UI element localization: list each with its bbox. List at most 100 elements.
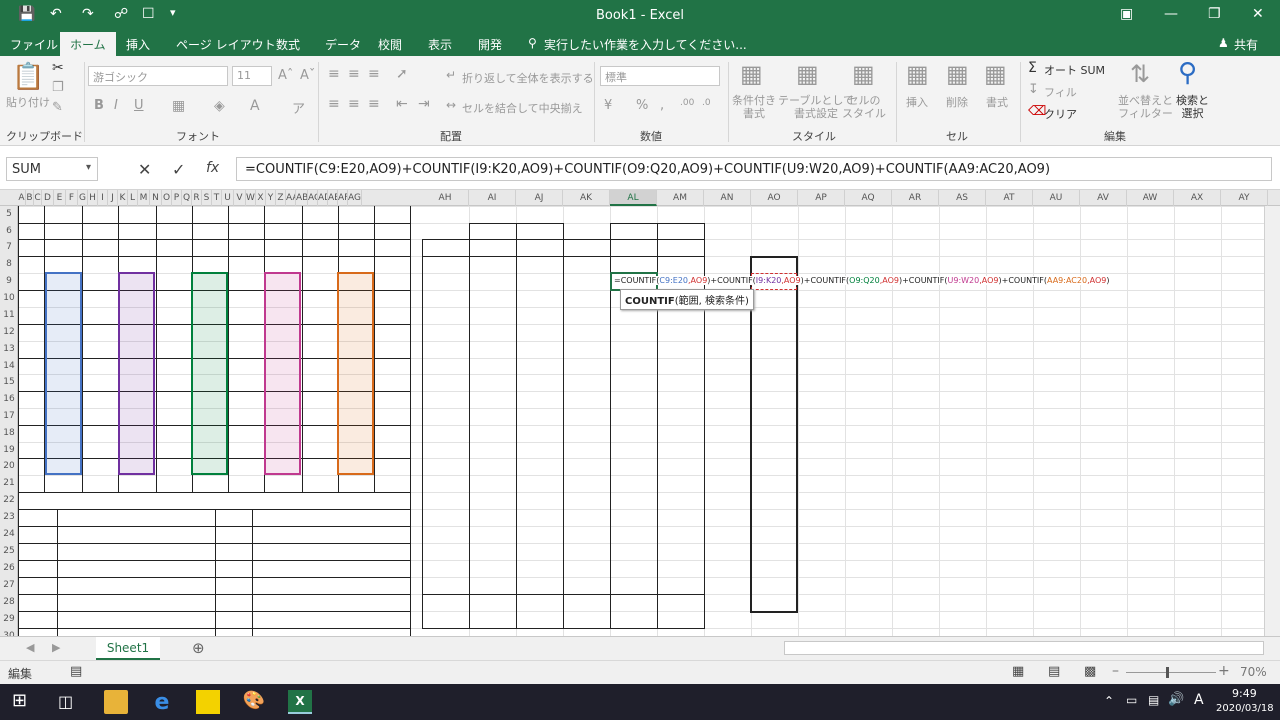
zoom-in-icon[interactable]: + bbox=[1218, 663, 1230, 679]
add-sheet-icon[interactable]: ⊕ bbox=[192, 639, 205, 657]
format-cells-icon[interactable]: ▦ bbox=[984, 60, 1007, 88]
range-highlight-5[interactable] bbox=[337, 272, 374, 475]
sticky-notes-icon[interactable] bbox=[196, 690, 220, 714]
minimize-icon[interactable]: — bbox=[1164, 6, 1178, 22]
fill-button[interactable]: フィル bbox=[1044, 84, 1077, 100]
decrease-indent-icon[interactable]: ⇤ bbox=[396, 96, 408, 112]
range-highlight-2[interactable] bbox=[118, 272, 155, 475]
tab-developer[interactable]: 開発 bbox=[478, 36, 502, 53]
tab-data[interactable]: データ bbox=[325, 36, 361, 53]
autosum-button[interactable]: オート SUM bbox=[1044, 62, 1105, 78]
clock-date[interactable]: 2020/03/18 bbox=[1216, 703, 1274, 714]
phonetic-icon[interactable]: ア bbox=[292, 98, 305, 117]
tab-page-layout[interactable]: ページ レイアウト bbox=[176, 36, 276, 53]
conditional-format-button[interactable]: 条件付き 書式 bbox=[732, 94, 776, 120]
start-icon[interactable]: ⊞ bbox=[12, 690, 27, 711]
align-top-icon[interactable]: ≡ bbox=[328, 66, 340, 82]
font-color-icon[interactable]: A bbox=[250, 98, 260, 114]
page-break-view-icon[interactable]: ▩ bbox=[1084, 664, 1096, 679]
wrap-text-button[interactable]: 折り返して全体を表示する bbox=[462, 70, 594, 86]
range-highlight-4[interactable] bbox=[264, 272, 301, 475]
ribbon-display-icon[interactable]: ▣ bbox=[1120, 6, 1133, 22]
align-left-icon[interactable]: ≡ bbox=[328, 96, 340, 112]
tab-home[interactable]: ホーム bbox=[60, 32, 116, 56]
task-view-icon[interactable]: ◫ bbox=[58, 692, 73, 711]
format-painter-icon[interactable]: ✎ bbox=[52, 100, 63, 115]
maximize-icon[interactable]: ❐ bbox=[1208, 6, 1221, 22]
grow-font-icon[interactable]: Aˆ bbox=[278, 68, 293, 83]
find-icon[interactable]: ⚲ bbox=[1178, 58, 1197, 88]
in-cell-formula[interactable]: =COUNTIF(C9:E20,AO9)+COUNTIF(I9:K20,AO9)… bbox=[612, 276, 1112, 285]
excel-taskbar-icon[interactable]: X bbox=[288, 690, 312, 714]
align-middle-icon[interactable]: ≡ bbox=[348, 66, 360, 82]
name-box-dropdown-icon[interactable]: ▾ bbox=[86, 162, 91, 173]
currency-icon[interactable]: ¥ bbox=[604, 98, 612, 113]
font-size-select[interactable]: 11 bbox=[232, 66, 272, 86]
enter-icon[interactable]: ✓ bbox=[172, 160, 185, 179]
volume-icon[interactable]: 🔊 bbox=[1168, 692, 1184, 707]
conditional-format-icon[interactable]: ▦ bbox=[740, 60, 763, 88]
vertical-scrollbar[interactable] bbox=[1264, 206, 1280, 636]
range-highlight-1[interactable] bbox=[45, 272, 82, 475]
tab-review[interactable]: 校閲 bbox=[378, 36, 402, 53]
orientation-icon[interactable]: ➚ bbox=[396, 66, 408, 82]
paste-button[interactable]: 貼り付け bbox=[6, 94, 50, 110]
tab-insert[interactable]: 挿入 bbox=[126, 36, 150, 53]
zoom-slider-thumb[interactable] bbox=[1166, 667, 1169, 678]
sheet-tab-sheet1[interactable]: Sheet1 bbox=[96, 637, 160, 661]
horizontal-scrollbar[interactable] bbox=[784, 641, 1264, 655]
format-cells-button[interactable]: 書式 bbox=[986, 94, 1008, 110]
sort-filter-icon[interactable]: ⇅ bbox=[1130, 60, 1150, 88]
sort-filter-button[interactable]: 並べ替えと フィルター bbox=[1118, 94, 1173, 120]
delete-cells-icon[interactable]: ▦ bbox=[946, 60, 969, 88]
edge-icon[interactable]: e bbox=[150, 690, 174, 715]
cut-icon[interactable]: ✂ bbox=[52, 60, 64, 76]
battery-icon[interactable]: ▭ bbox=[1126, 693, 1137, 707]
percent-icon[interactable]: % bbox=[636, 98, 648, 113]
clock-time[interactable]: 9:49 bbox=[1232, 687, 1257, 700]
share-button[interactable]: 共有 bbox=[1234, 36, 1258, 53]
scroll-left-icon[interactable]: ◀ bbox=[26, 641, 34, 654]
find-select-button[interactable]: 検索と 選択 bbox=[1176, 94, 1209, 120]
autosum-icon[interactable]: Σ bbox=[1028, 60, 1037, 76]
italic-icon[interactable]: I bbox=[114, 98, 118, 113]
merge-center-button[interactable]: セルを結合して中央揃え bbox=[462, 100, 583, 116]
fill-icon[interactable]: ↧ bbox=[1028, 82, 1039, 97]
zoom-slider[interactable] bbox=[1126, 672, 1216, 673]
tab-file[interactable]: ファイル bbox=[10, 36, 58, 53]
number-format-select[interactable]: 標準 bbox=[600, 66, 720, 86]
accessibility-icon[interactable]: ▤ bbox=[70, 664, 82, 679]
normal-view-icon[interactable]: ▦ bbox=[1012, 664, 1024, 679]
wrap-text-icon[interactable]: ↵ bbox=[446, 68, 456, 82]
clear-button[interactable]: クリア bbox=[1044, 106, 1077, 122]
tab-view[interactable]: 表示 bbox=[428, 36, 452, 53]
increase-indent-icon[interactable]: ⇥ bbox=[418, 96, 430, 112]
cell-style-icon[interactable]: ▦ bbox=[852, 60, 875, 88]
font-name-select[interactable]: 游ゴシック bbox=[88, 66, 228, 86]
tell-me-box[interactable]: 実行したい作業を入力してください... bbox=[544, 36, 747, 53]
insert-cells-button[interactable]: 挿入 bbox=[906, 94, 928, 110]
tab-formulas[interactable]: 数式 bbox=[276, 36, 300, 53]
worksheet-grid[interactable]: ABCDEFGHIJKLMNOPQRSTUVWXYZAAABACADAEAFAG… bbox=[0, 190, 1280, 636]
network-icon[interactable]: ▤ bbox=[1148, 693, 1159, 707]
tooltip-function-name[interactable]: COUNTIF bbox=[625, 296, 675, 307]
fill-color-icon[interactable]: ◈ bbox=[214, 98, 225, 114]
scroll-right-icon[interactable]: ▶ bbox=[52, 641, 60, 654]
delete-cells-button[interactable]: 削除 bbox=[946, 94, 968, 110]
align-right-icon[interactable]: ≡ bbox=[368, 96, 380, 112]
tray-expand-icon[interactable]: ⌃ bbox=[1104, 694, 1114, 708]
align-bottom-icon[interactable]: ≡ bbox=[368, 66, 380, 82]
shrink-font-icon[interactable]: Aˇ bbox=[300, 68, 315, 83]
cancel-icon[interactable]: ✕ bbox=[138, 160, 151, 179]
range-highlight-3[interactable] bbox=[191, 272, 228, 475]
formula-input[interactable]: =COUNTIF(C9:E20,AO9)+COUNTIF(I9:K20,AO9)… bbox=[236, 157, 1272, 181]
page-layout-view-icon[interactable]: ▤ bbox=[1048, 664, 1060, 679]
bold-icon[interactable]: B bbox=[94, 98, 104, 113]
paint-icon[interactable]: 🎨 bbox=[242, 690, 266, 714]
border-icon[interactable]: ▦ bbox=[172, 98, 185, 114]
ime-indicator[interactable]: A bbox=[1194, 692, 1204, 708]
copy-icon[interactable]: ❐ bbox=[52, 80, 64, 95]
zoom-out-icon[interactable]: – bbox=[1112, 663, 1119, 679]
insert-cells-icon[interactable]: ▦ bbox=[906, 60, 929, 88]
increase-decimal-icon[interactable]: .00 bbox=[680, 98, 694, 108]
